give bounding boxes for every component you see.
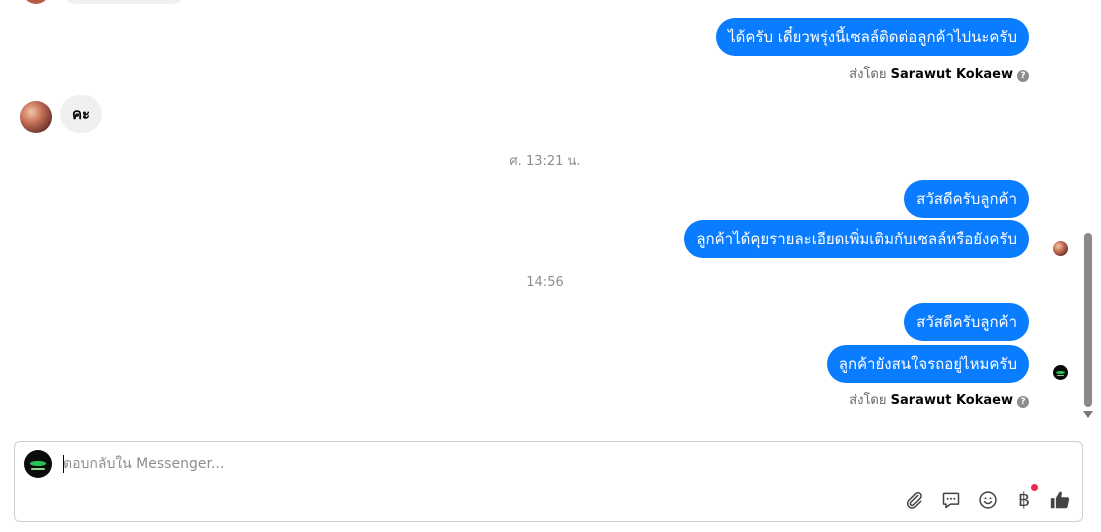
baht-payment-icon[interactable]: ฿ <box>1013 484 1038 511</box>
message-composer: ฿ <box>14 441 1083 522</box>
sent-by-prefix: ส่งโดย <box>849 393 887 408</box>
outgoing-message-bubble[interactable]: ลูกค้ายังสนใจรถอยู่ไหมครับ <box>826 345 1029 383</box>
reply-input[interactable] <box>63 453 963 475</box>
text-caret <box>63 455 64 473</box>
incoming-message-bubble[interactable]: คะ <box>60 95 103 133</box>
saved-replies-icon[interactable] <box>940 489 962 511</box>
page-avatar <box>24 450 52 478</box>
seen-receipt-page-avatar <box>1053 365 1068 380</box>
scroll-down-arrow-icon[interactable] <box>1083 411 1093 418</box>
sent-by-prefix: ส่งโดย <box>849 67 887 82</box>
help-icon[interactable]: ? <box>1017 70 1029 82</box>
emoji-icon[interactable] <box>977 489 999 511</box>
sent-by-label: ส่งโดย Sarawut Kokaew? <box>849 389 1029 410</box>
scrollbar-thumb[interactable] <box>1084 233 1092 407</box>
incoming-message-bubble-partial <box>64 0 184 4</box>
outgoing-message-bubble[interactable]: สวัสดีครับลูกค้า <box>904 180 1029 218</box>
sender-name: Sarawut Kokaew <box>890 67 1013 82</box>
notification-badge <box>1031 484 1038 491</box>
message-thread[interactable]: ได้ครับ เดี๋ยวพรุ่งนี้เซลล์ติดต่อลูกค้าไ… <box>0 0 1080 432</box>
outgoing-message-bubble[interactable]: สวัสดีครับลูกค้า <box>904 303 1029 341</box>
sender-name: Sarawut Kokaew <box>890 393 1013 408</box>
paperclip-icon[interactable] <box>903 489 925 511</box>
sent-by-label: ส่งโดย Sarawut Kokaew? <box>849 63 1029 84</box>
thumbs-up-icon[interactable] <box>1049 489 1071 511</box>
message-timestamp: 14:56 <box>526 275 564 290</box>
outgoing-message-bubble[interactable]: ลูกค้าได้คุยรายละเอียดเพิ่มเติมกับเซลล์ห… <box>684 220 1029 258</box>
outgoing-message-bubble[interactable]: ได้ครับ เดี๋ยวพรุ่งนี้เซลล์ติดต่อลูกค้าไ… <box>716 18 1029 56</box>
message-timestamp: ศ. 13:21 น. <box>509 154 581 169</box>
customer-avatar <box>22 0 50 4</box>
help-icon[interactable]: ? <box>1017 396 1029 408</box>
thread-scrollbar[interactable] <box>1081 0 1095 432</box>
customer-avatar[interactable] <box>20 101 52 133</box>
seen-receipt-avatar <box>1053 241 1068 256</box>
